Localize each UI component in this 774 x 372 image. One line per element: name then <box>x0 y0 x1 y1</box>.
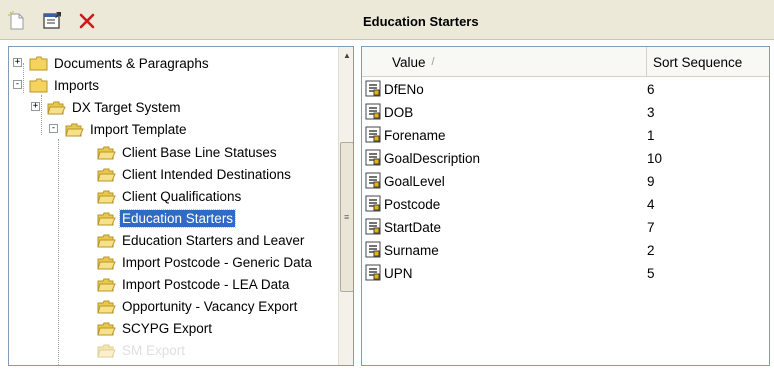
tree-item-education-starters[interactable]: Education Starters <box>97 207 237 229</box>
column-header-value[interactable]: Value / <box>362 47 647 77</box>
field-icon <box>365 172 381 189</box>
delete-button[interactable] <box>76 10 98 32</box>
scroll-up-icon[interactable]: ▲ <box>339 47 353 63</box>
scrollbar-thumb[interactable]: ≡ <box>340 142 353 292</box>
panel-title: Education Starters <box>363 14 479 29</box>
tree-item-scypg-export[interactable]: SCYPG Export <box>97 317 214 339</box>
cell-value: Postcode <box>384 197 441 212</box>
open-folder-icon <box>97 234 116 247</box>
cell-value: Surname <box>384 243 439 258</box>
tree-item-import-template[interactable]: - Import Template <box>49 118 189 140</box>
cell-value: DfENo <box>384 82 424 97</box>
cell-value: UPN <box>384 266 413 281</box>
sort-indicator-icon: / <box>431 56 435 68</box>
expand-plus-icon[interactable]: + <box>31 102 40 111</box>
cell-value: GoalLevel <box>384 174 445 189</box>
tree-connector <box>58 139 59 365</box>
cell-sort: 6 <box>647 82 655 97</box>
tree-item-imports[interactable]: - Imports <box>13 74 101 96</box>
closed-folder-icon <box>29 56 48 70</box>
new-item-button[interactable] <box>6 10 28 32</box>
tree-item-dx-target-system[interactable]: + DX Target System <box>31 96 183 118</box>
open-folder-icon <box>97 190 116 203</box>
table-row[interactable]: StartDate 7 <box>362 216 769 239</box>
table-row[interactable]: GoalDescription 10 <box>362 147 769 170</box>
table-row[interactable]: UPN 5 <box>362 262 769 285</box>
open-folder-icon <box>97 256 116 269</box>
table-row[interactable]: GoalLevel 9 <box>362 170 769 193</box>
tree-item-client-qualifications[interactable]: Client Qualifications <box>97 185 243 207</box>
new-item-icon <box>8 11 24 30</box>
cell-value: GoalDescription <box>384 151 481 166</box>
toolbar: Education Starters <box>0 0 774 40</box>
expand-plus-icon[interactable]: + <box>13 58 22 67</box>
tree-scrollbar[interactable]: ▲ ≡ <box>338 47 353 365</box>
field-icon <box>365 126 381 143</box>
grid-header: Value / Sort Sequence <box>362 47 769 77</box>
table-row[interactable]: Postcode 4 <box>362 193 769 216</box>
cell-sort: 7 <box>647 220 655 235</box>
tree-view[interactable]: + Documents & Paragraphs - Imports + DX … <box>8 46 354 366</box>
tree-item-import-postcode-generic[interactable]: Import Postcode - Generic Data <box>97 251 314 273</box>
cell-sort: 1 <box>647 128 655 143</box>
cell-sort: 5 <box>647 266 655 281</box>
tree-item-sm-export[interactable]: SM Export <box>97 339 187 361</box>
open-folder-icon <box>97 146 116 159</box>
tree-item-education-starters-and-leaver[interactable]: Education Starters and Leaver <box>97 229 306 251</box>
open-folder-icon <box>97 168 116 181</box>
open-folder-icon <box>97 322 116 335</box>
field-icon <box>365 218 381 235</box>
table-row[interactable]: Surname 2 <box>362 239 769 262</box>
delete-icon <box>79 13 95 29</box>
tree-item-client-base-line-statuses[interactable]: Client Base Line Statuses <box>97 141 279 163</box>
field-icon <box>365 80 381 97</box>
tree-item-import-postcode-lea[interactable]: Import Postcode - LEA Data <box>97 273 291 295</box>
column-header-sort-sequence[interactable]: Sort Sequence <box>647 47 769 77</box>
open-folder-icon <box>97 344 116 357</box>
cell-value: Forename <box>384 128 446 143</box>
cell-sort: 4 <box>647 197 655 212</box>
properties-icon <box>43 12 61 29</box>
closed-folder-icon <box>29 78 48 92</box>
cell-sort: 10 <box>647 151 663 166</box>
cell-value: DOB <box>384 105 414 120</box>
open-folder-icon <box>47 101 66 114</box>
tree-item-client-intended-destinations[interactable]: Client Intended Destinations <box>97 163 293 185</box>
collapse-minus-icon[interactable]: - <box>13 80 22 89</box>
collapse-minus-icon[interactable]: - <box>49 124 58 133</box>
field-icon <box>365 149 381 166</box>
cell-sort: 3 <box>647 105 655 120</box>
cell-sort: 9 <box>647 174 655 189</box>
table-row[interactable]: DOB 3 <box>362 101 769 124</box>
selected-tree-label: Education Starters <box>118 208 237 228</box>
grip-icon: ≡ <box>344 212 350 222</box>
table-row[interactable]: Forename 1 <box>362 124 769 147</box>
table-row[interactable]: DfENo 6 <box>362 78 769 101</box>
properties-button[interactable] <box>42 10 64 32</box>
open-folder-icon <box>65 123 84 136</box>
field-icon <box>365 103 381 120</box>
field-icon <box>365 264 381 281</box>
tree-item-opportunity-vacancy-export[interactable]: Opportunity - Vacancy Export <box>97 295 299 317</box>
open-folder-icon <box>97 300 116 313</box>
cell-value: StartDate <box>384 220 442 235</box>
tree-item-documents-paragraphs[interactable]: + Documents & Paragraphs <box>13 52 211 74</box>
cell-sort: 2 <box>647 243 655 258</box>
values-grid[interactable]: Value / Sort Sequence DfENo 6 DOB 3 Fore… <box>361 46 770 366</box>
open-folder-icon <box>97 278 116 291</box>
field-icon <box>365 241 381 258</box>
open-folder-icon <box>97 212 116 225</box>
field-icon <box>365 195 381 212</box>
